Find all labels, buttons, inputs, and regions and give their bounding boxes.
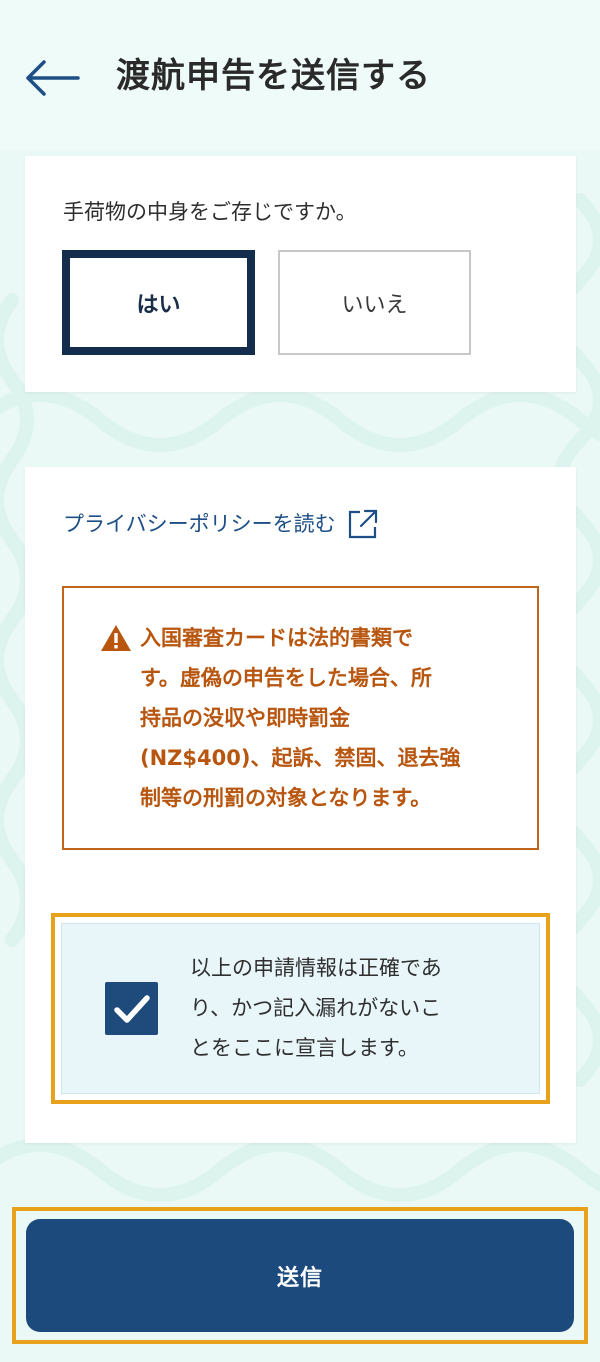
legal-warning-box: 入国審査カードは法的書類で す。虚偽の申告をした場合、所 持品の没収や即時罰金 … [62,586,539,850]
legal-warning-text: 入国審査カードは法的書類で す。虚偽の申告をした場合、所 持品の没収や即時罰金 … [140,618,510,818]
checkmark-icon [113,994,150,1023]
warning-line: (NZ$400)、起訴、禁固、退去強 [140,746,461,770]
luggage-question-text: 手荷物の中身をご存じですか。 [63,200,357,224]
declaration-line: とをここに宣言します。 [190,1036,419,1060]
declaration-checkbox-highlight: 以上の申請情報は正確であ り、かつ記入漏れがないこ とをここに宣言します。 [51,913,550,1104]
yes-option-button[interactable]: はい [62,250,255,355]
declaration-line: 以上の申請情報は正確であ [190,956,442,980]
external-link-icon [346,507,380,541]
luggage-question-card: 手荷物の中身をご存じですか。 はい いいえ [25,156,576,392]
privacy-policy-link[interactable]: プライバシーポリシーを読む [63,507,380,541]
submit-button-highlight: 送信 [12,1207,588,1344]
declaration-checkbox[interactable] [105,982,158,1035]
app-header: 渡航申告を送信する [0,0,600,150]
declaration-checkbox-row[interactable]: 以上の申請情報は正確であ り、かつ記入漏れがないこ とをここに宣言します。 [61,923,540,1094]
warning-triangle-icon [100,624,132,656]
submit-button[interactable]: 送信 [26,1219,574,1332]
warning-line: 制等の刑罰の対象となります。 [140,786,432,810]
privacy-policy-link-text: プライバシーポリシーを読む [63,512,336,536]
no-option-button[interactable]: いいえ [278,250,471,355]
declaration-text: 以上の申請情報は正確であ り、かつ記入漏れがないこ とをここに宣言します。 [190,948,500,1068]
declaration-card: プライバシーポリシーを読む 入国審査カードは法的書類で す。虚偽の申告をした場合… [25,467,576,1143]
arrow-left-icon [26,60,80,96]
back-button[interactable] [18,48,86,108]
page-title: 渡航申告を送信する [116,56,431,96]
warning-line: 入国審査カードは法的書類で [140,626,413,650]
declaration-line: り、かつ記入漏れがないこ [190,996,442,1020]
warning-line: す。虚偽の申告をした場合、所 [140,666,432,690]
warning-line: 持品の没収や即時罰金 [140,706,350,730]
